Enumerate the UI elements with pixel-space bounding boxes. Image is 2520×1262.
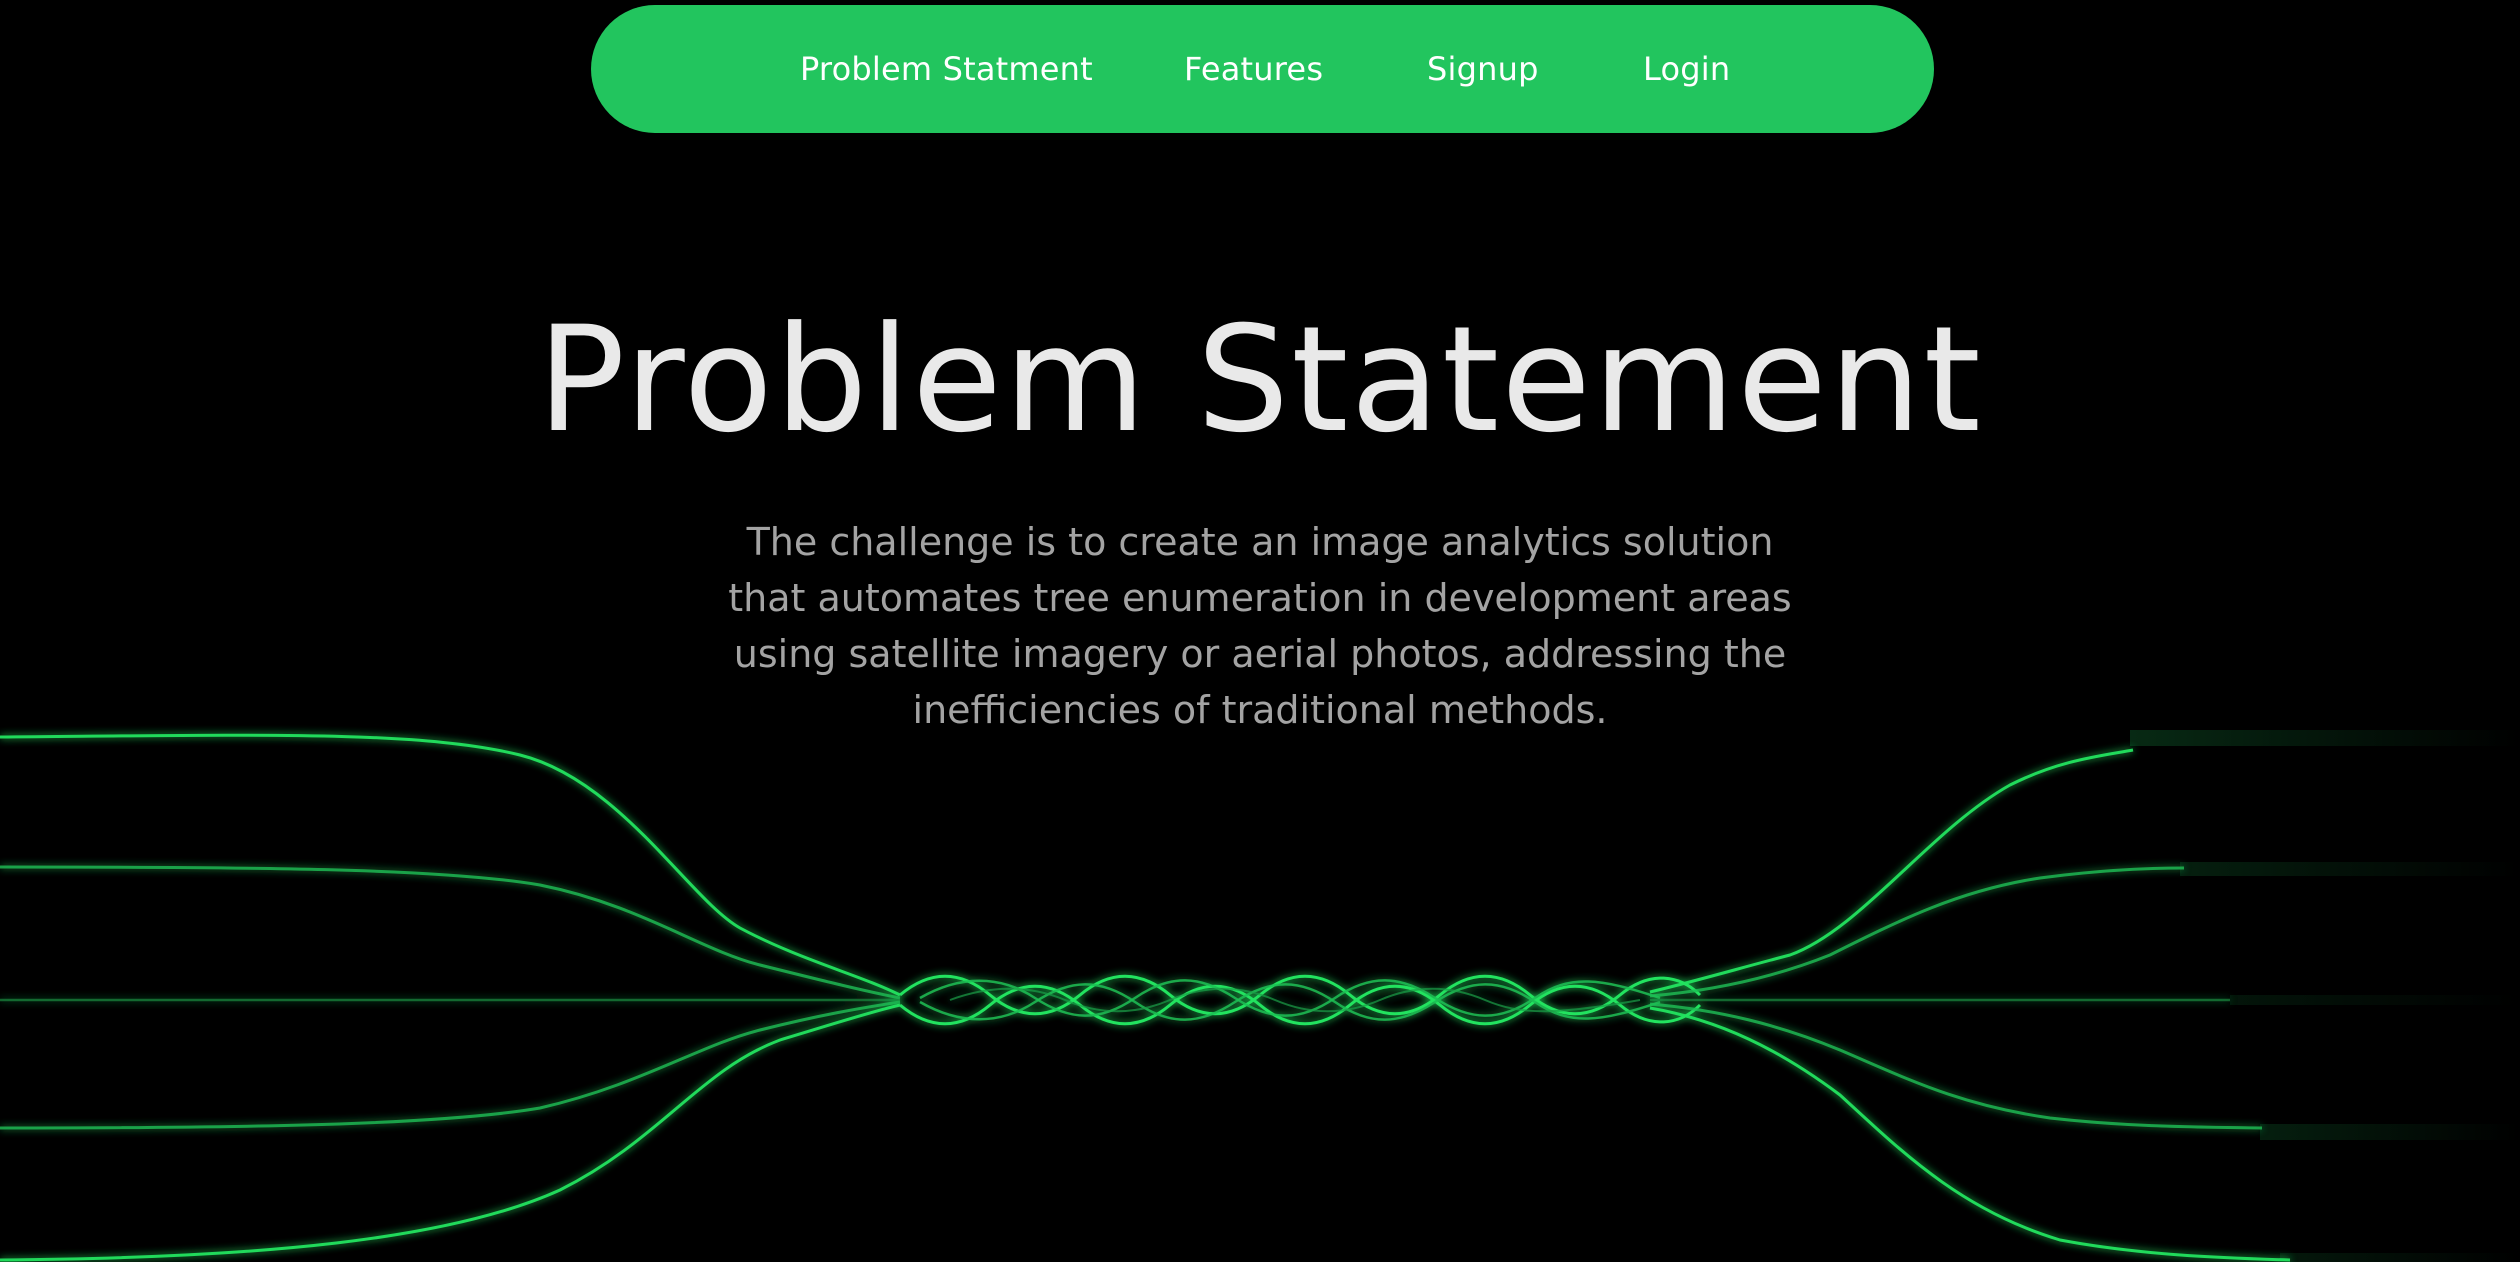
top-navbar: Problem Statment Features Signup Login: [591, 5, 1934, 133]
nav-link-signup[interactable]: Signup: [1427, 5, 1539, 133]
wave-line: [0, 1003, 901, 1262]
wave-line: [1649, 748, 2134, 994]
wave-line: [1649, 866, 2185, 998]
nav-link-features[interactable]: Features: [1184, 5, 1323, 133]
wave-line: [899, 984, 1702, 1026]
nav-link-login[interactable]: Login: [1643, 5, 1730, 133]
page-title: Problem Statement: [537, 295, 1983, 465]
hero-description: The challenge is to create an image anal…: [728, 520, 1792, 732]
wave-line: [0, 865, 901, 1000]
nav-link-problem-statement[interactable]: Problem Statment: [800, 5, 1093, 133]
wave-line: [1649, 1006, 2291, 1262]
wave-line: [1649, 1002, 2263, 1130]
wave-line: [919, 983, 1661, 1021]
nav-items: Problem Statment Features Signup Login: [591, 5, 1934, 133]
wave-line: [899, 974, 1702, 1016]
wave-line: [949, 987, 1641, 1013]
wave-line: [0, 1000, 901, 1130]
page: Problem Statment Features Signup Login P…: [0, 0, 2520, 1262]
wave-line: [0, 733, 901, 997]
wave-line: [919, 979, 1661, 1017]
